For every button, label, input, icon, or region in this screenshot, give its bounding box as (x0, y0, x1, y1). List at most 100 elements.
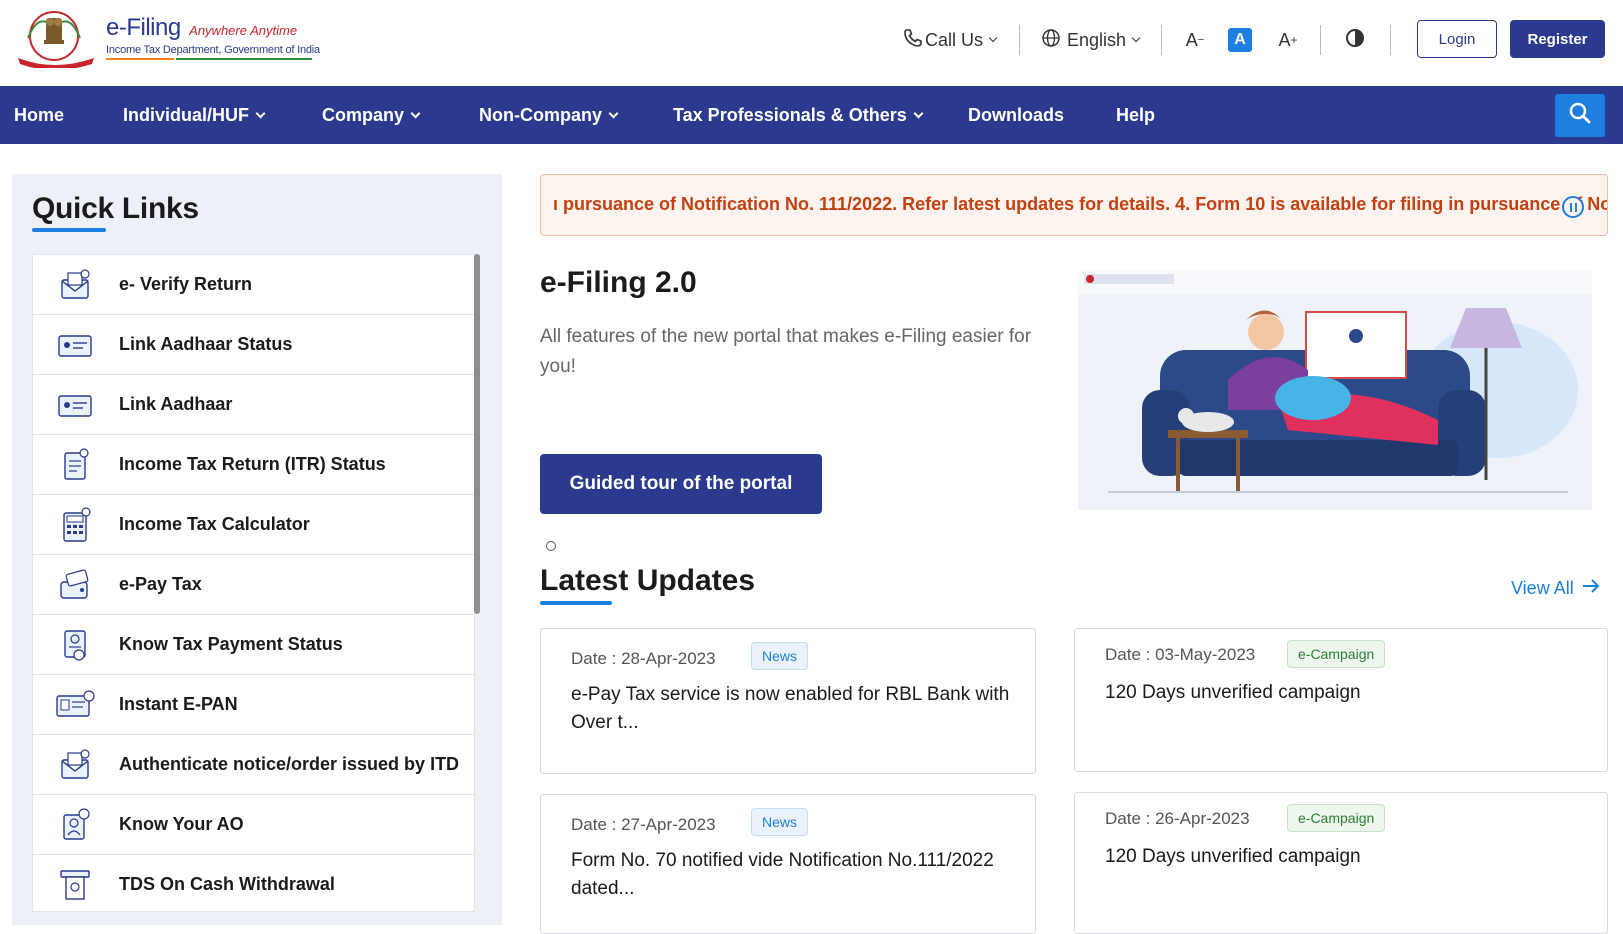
nav-help[interactable]: Help (1116, 86, 1155, 144)
logo-subtitle: Income Tax Department, Government of Ind… (106, 44, 320, 56)
site-header: e-Filing Anywhere Anytime Income Tax Dep… (0, 0, 1623, 86)
divider (1019, 25, 1020, 55)
nav-downloads[interactable]: Downloads (968, 86, 1064, 144)
arrow-right-icon (1574, 578, 1600, 599)
language-label: English (1067, 29, 1127, 50)
chevron-down-icon (608, 108, 619, 118)
update-card[interactable]: Date : 26-Apr-2023 e-Campaign 120 Days u… (1074, 792, 1608, 934)
nav-individual-label: Individual/HUF (123, 104, 249, 125)
quick-link-label: Income Tax Return (ITR) Status (119, 454, 386, 474)
search-icon (1568, 101, 1592, 130)
envelope-check-icon (55, 745, 95, 785)
hero-description: All features of the new portal that make… (540, 326, 1032, 377)
quick-link-item[interactable]: Link Aadhaar (33, 375, 474, 435)
register-button[interactable]: Register (1510, 20, 1605, 58)
login-button[interactable]: Login (1417, 20, 1497, 58)
chevron-down-icon (255, 108, 266, 118)
quick-links-scrollbar[interactable] (474, 254, 480, 614)
chevron-down-icon (1131, 33, 1141, 43)
pan-card-icon (55, 685, 95, 725)
update-date: Date : 03-May-2023 (1105, 645, 1256, 664)
phone-icon (903, 28, 923, 53)
update-badge: e-Campaign (1287, 640, 1386, 668)
normal-font-label: A (1234, 31, 1246, 48)
update-badge: News (751, 808, 809, 836)
quick-link-item[interactable]: Know Tax Payment Status (33, 615, 474, 675)
quick-link-label: Link Aadhaar Status (119, 334, 293, 354)
nav-company[interactable]: Company (322, 86, 421, 144)
divider (1161, 25, 1162, 55)
aadhaar-card-icon (55, 385, 95, 425)
chevron-down-icon (988, 33, 998, 43)
update-date: Date : 27-Apr-2023 (571, 815, 716, 834)
nav-non-company[interactable]: Non-Company (479, 86, 619, 144)
quick-link-item[interactable]: Link Aadhaar Status (33, 315, 474, 375)
guided-tour-button[interactable]: Guided tour of the portal (540, 454, 822, 514)
update-date: Date : 26-Apr-2023 (1105, 809, 1250, 828)
divider (1320, 25, 1321, 55)
ticker-text[interactable]: ı pursuance of Notification No. 111/2022… (553, 194, 1607, 215)
quick-link-label: e-Pay Tax (119, 574, 202, 594)
payment-status-icon (55, 625, 95, 665)
decrease-font-label: A (1185, 29, 1198, 50)
quick-link-label: Know Your AO (119, 814, 244, 834)
announcement-ticker: ı pursuance of Notification No. 111/2022… (540, 174, 1608, 236)
normal-font-button[interactable]: A (1228, 28, 1252, 52)
emblem-logo-icon[interactable] (14, 8, 100, 70)
nav-non-company-label: Non-Company (479, 104, 602, 125)
quick-link-item[interactable]: TDS On Cash Withdrawal (33, 855, 474, 911)
update-text: 120 Days unverified campaign (1105, 846, 1361, 867)
update-badge: News (751, 642, 809, 670)
pause-icon[interactable] (1562, 196, 1584, 218)
update-card[interactable]: Date : 03-May-2023 e-Campaign 120 Days u… (1074, 628, 1608, 772)
quick-link-item[interactable]: Income Tax Calculator (33, 495, 474, 555)
increase-font-button[interactable]: A + (1273, 25, 1303, 55)
latest-updates-title: Latest Updates (540, 564, 756, 597)
envelope-check-icon (55, 265, 95, 305)
quick-link-item[interactable]: e-Pay Tax (33, 555, 474, 615)
chevron-down-icon (410, 108, 421, 118)
quick-link-item[interactable]: Income Tax Return (ITR) Status (33, 435, 474, 495)
nav-individual-huf[interactable]: Individual/HUF (123, 86, 266, 144)
hero-title: e-Filing 2.0 (540, 266, 697, 299)
aadhaar-card-icon (55, 325, 95, 365)
quick-link-item[interactable]: Know Your AO (33, 795, 474, 855)
nav-tax-professionals[interactable]: Tax Professionals & Others (673, 86, 924, 144)
chevron-down-icon (913, 108, 924, 118)
language-dropdown[interactable]: English (1041, 22, 1141, 58)
document-status-icon (55, 445, 95, 485)
search-button[interactable] (1555, 94, 1605, 137)
call-us-label: Call Us (925, 29, 984, 50)
nav-home-label: Home (14, 104, 65, 125)
update-text: Form No. 70 notified vide Notification N… (571, 850, 994, 899)
update-card[interactable]: Date : 28-Apr-2023 News e-Pay Tax servic… (540, 628, 1036, 774)
hero-illustration (1078, 270, 1592, 510)
call-us-dropdown[interactable]: Call Us (903, 22, 998, 58)
carousel-indicator[interactable] (546, 541, 556, 551)
quick-link-item[interactable]: Instant E-PAN (33, 675, 474, 735)
wallet-card-icon (55, 565, 95, 605)
globe-icon (1041, 28, 1061, 53)
nav-downloads-label: Downloads (968, 104, 1065, 125)
nav-help-label: Help (1116, 104, 1156, 125)
update-date: Date : 28-Apr-2023 (571, 649, 716, 668)
quick-link-item[interactable]: e- Verify Return (33, 255, 474, 315)
quick-link-label: Instant E-PAN (119, 694, 238, 714)
logo-tagline: Anywhere Anytime (189, 23, 298, 38)
atm-cash-icon (55, 865, 95, 905)
view-all-label: View All (1511, 578, 1574, 598)
nav-tax-professionals-label: Tax Professionals & Others (673, 104, 907, 125)
update-card[interactable]: Date : 27-Apr-2023 News Form No. 70 noti… (540, 794, 1036, 934)
contrast-toggle[interactable] (1340, 25, 1370, 55)
quick-link-label: e- Verify Return (119, 274, 253, 294)
view-all-link[interactable]: View All (1511, 578, 1600, 599)
quick-link-item[interactable]: Authenticate notice/order issued by ITD (33, 735, 474, 795)
logo-text[interactable]: e-Filing Anywhere Anytime Income Tax Dep… (106, 14, 320, 60)
contrast-icon (1345, 28, 1365, 53)
title-underline (32, 228, 106, 232)
decrease-font-button[interactable]: A − (1180, 25, 1210, 55)
nav-home[interactable]: Home (14, 86, 64, 144)
update-text: 120 Days unverified campaign (1105, 682, 1361, 703)
logo-tricolor-line (106, 58, 312, 60)
quick-link-label: Know Tax Payment Status (119, 634, 343, 654)
